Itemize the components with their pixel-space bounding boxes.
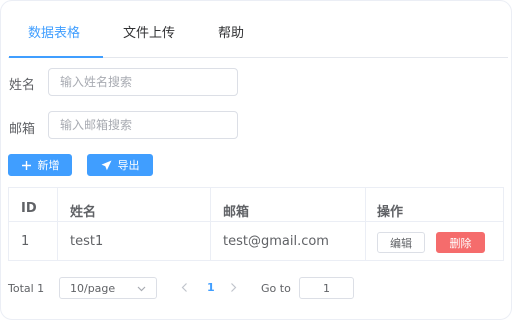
column-divider — [57, 188, 58, 260]
data-table: ID 姓名 邮箱 操作 1 test1 test@gmail.com 编辑 删除 — [8, 187, 504, 261]
cell-email: test@gmail.com — [223, 234, 329, 249]
add-button[interactable]: 新增 — [8, 154, 72, 176]
tab-help[interactable]: 帮助 — [218, 22, 244, 41]
column-header-actions: 操作 — [377, 205, 404, 220]
edit-button[interactable]: 编辑 — [377, 232, 425, 253]
goto-page-input[interactable] — [299, 277, 354, 299]
page-size-value: 10/page — [70, 281, 116, 295]
column-header-id: ID — [21, 201, 37, 216]
name-search-input[interactable] — [48, 68, 238, 96]
tab-data-table[interactable]: 数据表格 — [28, 22, 80, 41]
column-header-email: 邮箱 — [223, 205, 250, 220]
tab-active-indicator — [9, 56, 103, 58]
chevron-left-icon — [180, 282, 189, 297]
delete-button[interactable]: 删除 — [436, 232, 485, 253]
tab-file-upload[interactable]: 文件上传 — [123, 22, 175, 41]
add-button-label: 新增 — [37, 159, 60, 172]
cell-id: 1 — [21, 234, 30, 249]
next-page-button[interactable] — [229, 282, 238, 297]
cell-name: test1 — [70, 234, 104, 249]
tab-bar: 数据表格 文件上传 帮助 — [0, 0, 512, 58]
plus-icon — [21, 160, 32, 171]
page-size-select[interactable]: 10/page — [59, 277, 157, 299]
page-number-current[interactable]: 1 — [207, 281, 215, 294]
column-divider — [365, 188, 366, 260]
column-header-name: 姓名 — [70, 205, 97, 220]
pagination-total: Total 1 — [8, 282, 45, 295]
header-divider — [9, 221, 503, 222]
chevron-down-icon — [136, 283, 147, 297]
name-filter-label: 姓名 — [9, 78, 36, 93]
email-search-input[interactable] — [48, 111, 238, 139]
send-icon — [101, 160, 112, 171]
export-button-label: 导出 — [117, 159, 140, 172]
chevron-right-icon — [229, 282, 238, 297]
prev-page-button[interactable] — [180, 282, 189, 297]
email-filter-label: 邮箱 — [9, 122, 36, 137]
column-divider — [210, 188, 211, 260]
goto-label: Go to — [261, 282, 291, 295]
export-button[interactable]: 导出 — [87, 154, 153, 176]
